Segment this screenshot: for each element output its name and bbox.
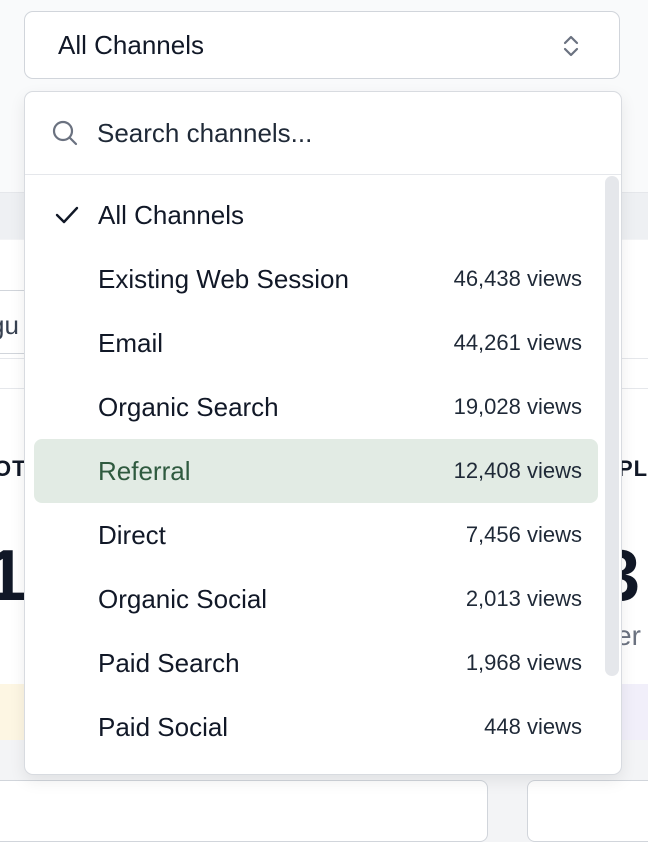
option-count: 19,028 views — [453, 394, 582, 419]
option-label: Direct — [98, 520, 166, 550]
option-label: Existing Web Session — [98, 264, 349, 294]
channel-select[interactable]: All Channels — [24, 11, 620, 79]
stat-label: OT — [0, 456, 27, 481]
option-label: Referral — [98, 456, 191, 486]
option-label: All Channels — [98, 200, 244, 230]
option-email[interactable]: Email 44,261 views — [34, 311, 598, 375]
option-count: 448 views — [484, 714, 582, 739]
search-input[interactable] — [97, 112, 577, 154]
background-text: gu — [0, 310, 19, 340]
channel-dropdown: All Channels Existing Web Session 46,438… — [24, 91, 622, 775]
option-count: 12,408 views — [453, 458, 582, 483]
scrollbar[interactable] — [605, 176, 619, 676]
option-label: Paid Social — [98, 712, 229, 742]
option-label: Email — [98, 328, 164, 358]
option-all-channels[interactable]: All Channels — [34, 183, 598, 247]
check-icon — [55, 206, 79, 224]
option-paid-social[interactable]: Paid Social 448 views — [34, 695, 598, 759]
option-count: 46,438 views — [453, 266, 582, 291]
option-label: Organic Search — [98, 392, 279, 422]
option-count: 44,261 views — [453, 330, 582, 355]
search-row — [25, 92, 621, 175]
channel-list: All Channels Existing Web Session 46,438… — [25, 175, 621, 774]
channel-select-value: All Channels — [58, 29, 204, 60]
option-existing-web-session[interactable]: Existing Web Session 46,438 views — [34, 247, 598, 311]
bottom-card — [0, 780, 488, 842]
option-paid-search[interactable]: Paid Search 1,968 views — [34, 631, 598, 695]
option-count: 7,456 views — [465, 522, 582, 547]
search-icon — [52, 120, 78, 146]
bottom-card — [527, 780, 648, 842]
option-referral[interactable]: Referral 12,408 views — [34, 439, 598, 503]
chevron-up-down-icon — [563, 35, 579, 57]
stat-label: PLE — [618, 456, 648, 481]
option-organic-social[interactable]: Organic Social 2,013 views — [34, 567, 598, 631]
option-organic-search[interactable]: Organic Search 19,028 views — [34, 375, 598, 439]
option-count: 1,968 views — [465, 650, 582, 675]
option-count: 2,013 views — [465, 586, 582, 611]
option-direct[interactable]: Direct 7,456 views — [34, 503, 598, 567]
option-label: Paid Search — [98, 648, 240, 678]
option-label: Organic Social — [98, 584, 268, 614]
